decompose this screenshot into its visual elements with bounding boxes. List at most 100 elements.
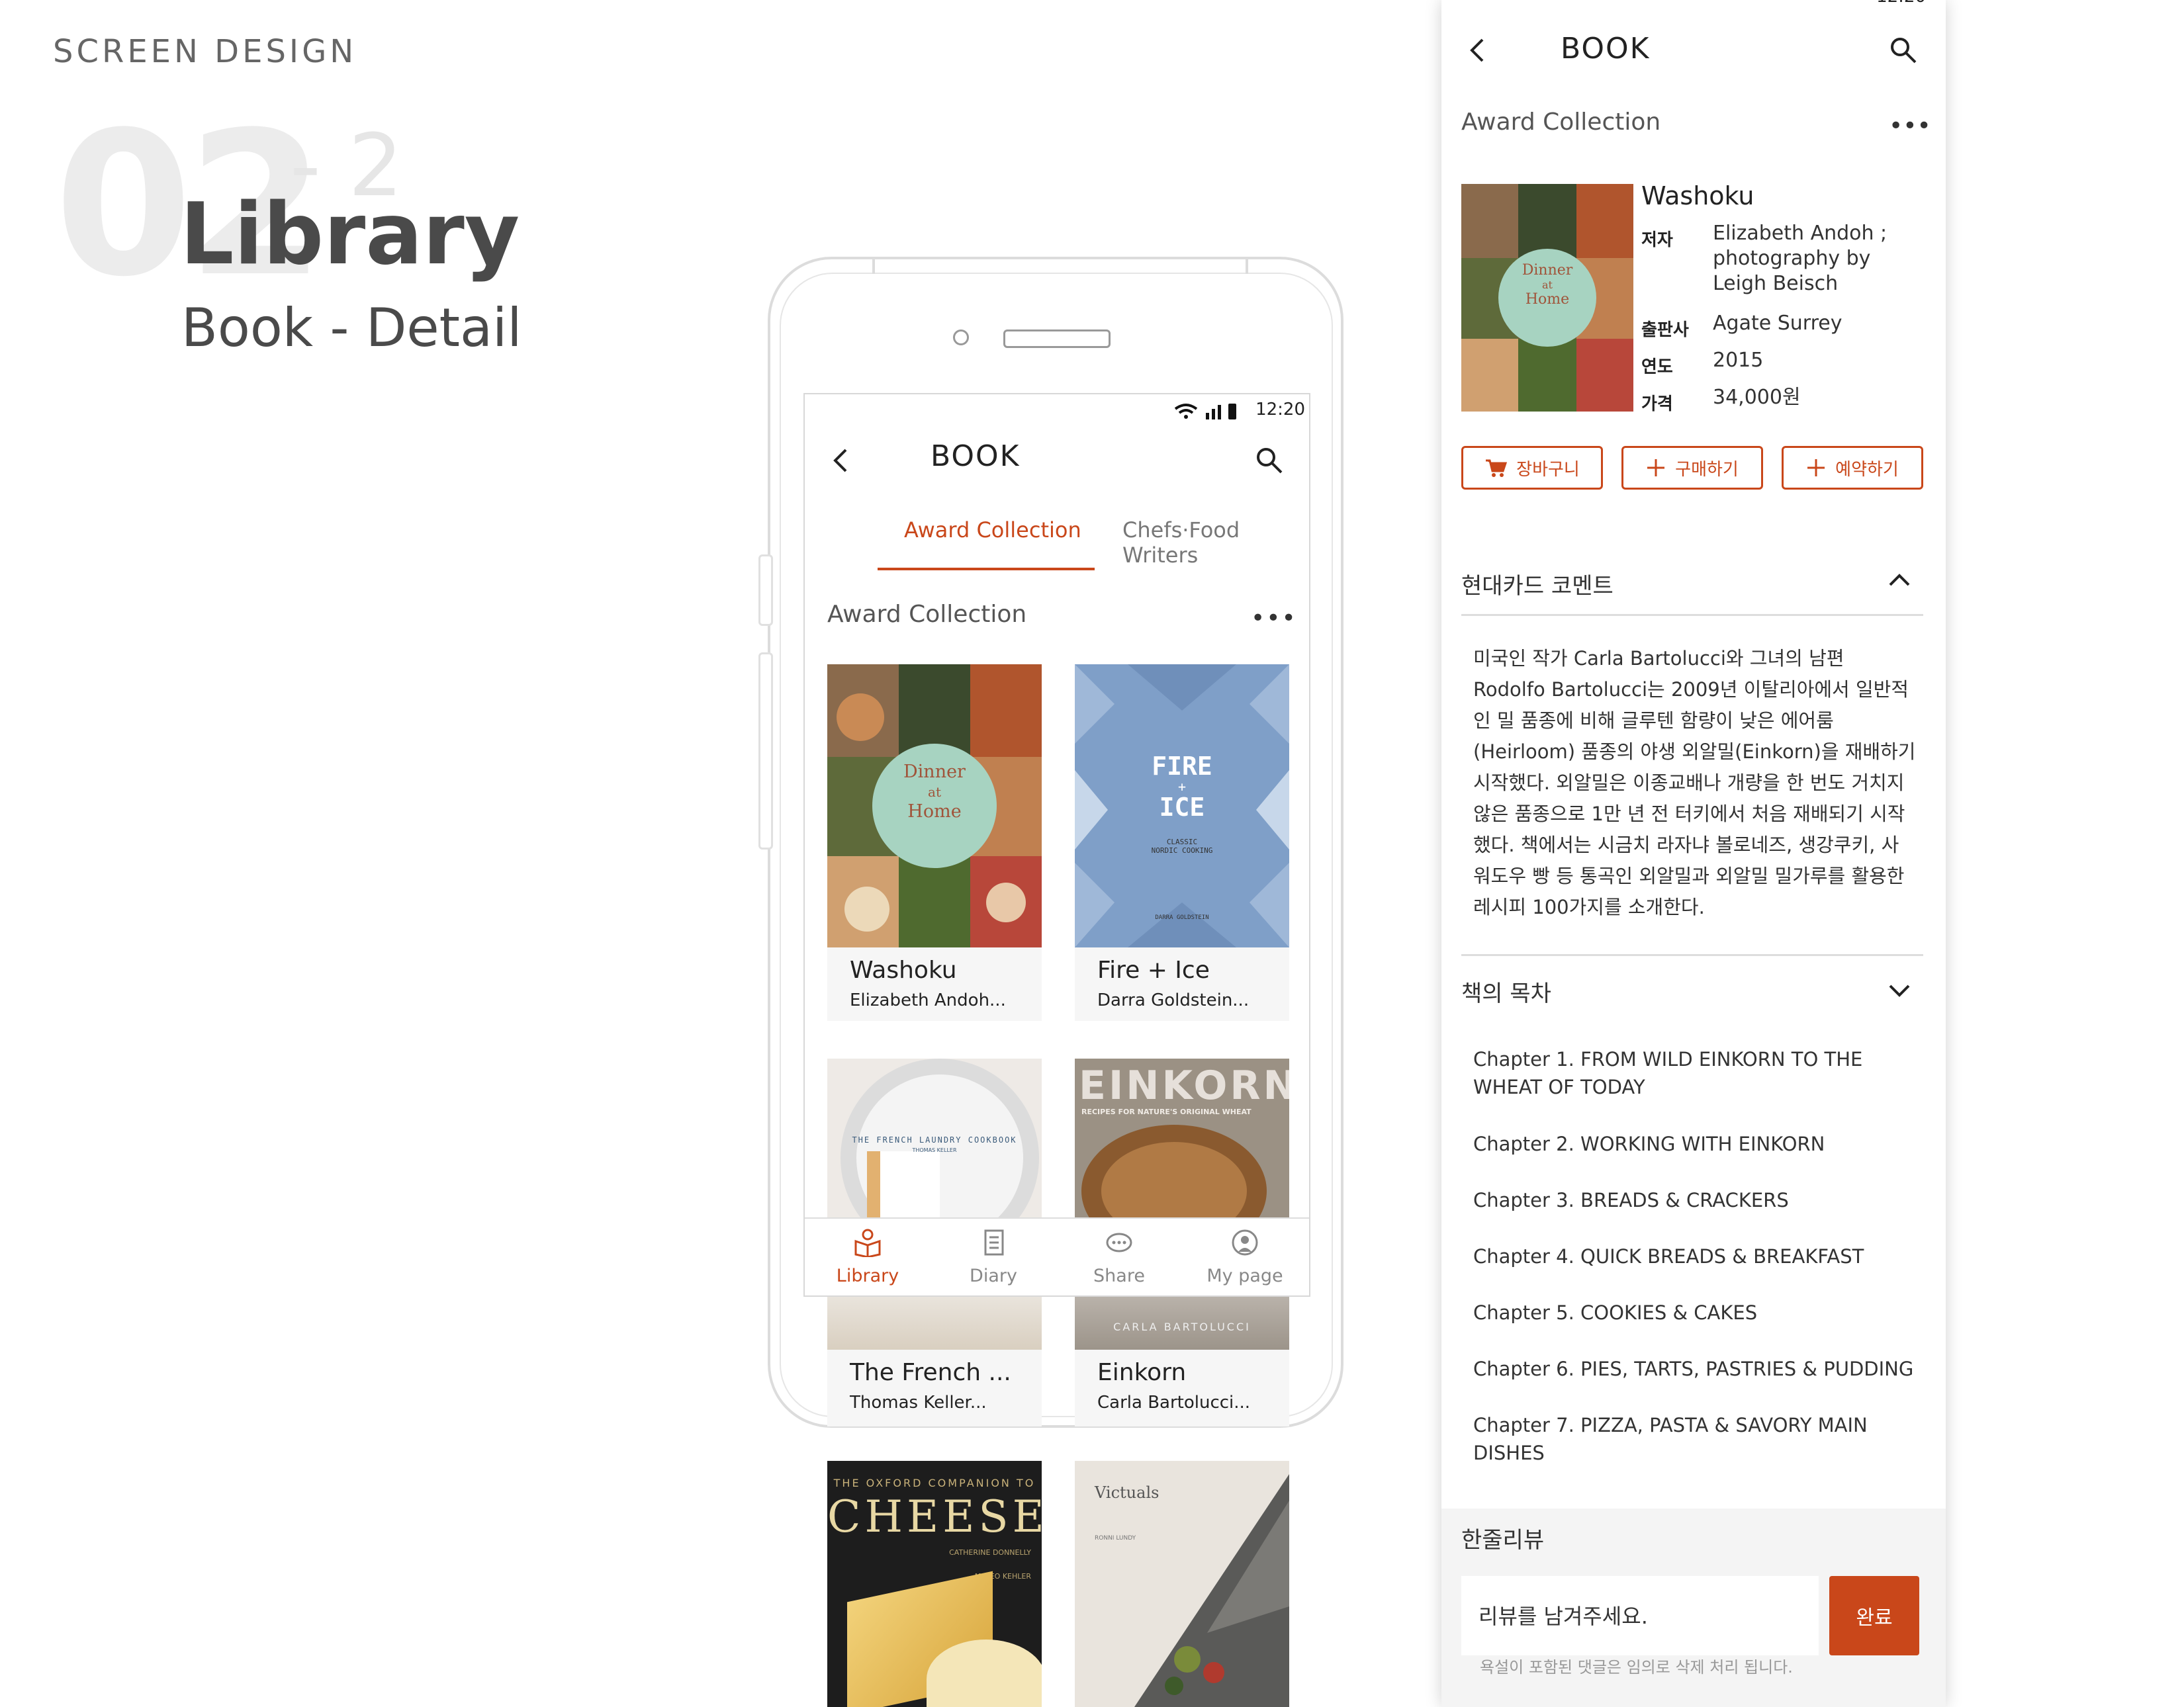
reserve-button[interactable]: 예약하기 — [1782, 446, 1923, 490]
divider — [1461, 954, 1923, 956]
review-title: 한줄리뷰 — [1461, 1527, 1545, 1554]
status-bar: 12:20 — [805, 394, 1309, 426]
search-icon[interactable] — [1255, 446, 1284, 475]
status-icons — [1813, 0, 1860, 7]
cart-icon — [1486, 459, 1508, 477]
appbar-title: BOOK — [931, 439, 1021, 473]
section-label: Award Collection — [827, 601, 1027, 628]
book-cover-french-laundry: THE FRENCH LAUNDRY COOKBOOK THOMAS KELLE… — [827, 1059, 1042, 1217]
book-cover-cheese[interactable]: THE OXFORD COMPANION TO CHEESE CATHERINE… — [827, 1461, 1042, 1707]
tab-chefs-food-writers[interactable]: Chefs·Food Writers — [1122, 517, 1309, 568]
cover-art — [1134, 1474, 1289, 1707]
toc-item: Chapter 6. PIES, TARTS, PASTRIES & PUDDI… — [1473, 1358, 1914, 1380]
comment-line: 워도우 빵 등 통곡인 외알밀과 외알밀 밀가루를 활용한 — [1473, 865, 1905, 887]
toc-item: Chapter 2. WORKING WITH EINKORN — [1473, 1133, 1825, 1155]
divider — [1461, 614, 1923, 616]
meta-key-author: 저자 — [1641, 230, 1673, 250]
library-icon — [854, 1229, 881, 1258]
detail-panel: 12:20 BOOK Award Collection ••• Dinner a… — [1441, 0, 1946, 1707]
nav-diary[interactable]: Diary — [931, 1228, 1056, 1286]
cover-line-1: FIRE — [1152, 752, 1212, 781]
nav-share[interactable]: Share — [1056, 1228, 1182, 1286]
book-card-french-laundry-tail[interactable]: The French ... Thomas Keller... — [827, 1297, 1042, 1426]
toc-item: Chapter 7. PIZZA, PASTA & SAVORY MAIN DI… — [1473, 1414, 1868, 1464]
section-label: Award Collection — [1461, 109, 1661, 136]
cover-line-1: Dinner — [903, 762, 966, 782]
toc-item: Chapter 5. COOKIES & CAKES — [1473, 1301, 1758, 1324]
diary-icon — [984, 1229, 1004, 1256]
nav-label: Library — [836, 1266, 899, 1286]
phone-top-mark-left — [872, 257, 875, 274]
book-cover-einkorn: EINKORN RECIPES FOR NATURE'S ORIGINAL WH… — [1075, 1059, 1289, 1217]
book-card-einkorn-tail[interactable]: CARLA BARTOLUCCI Einkorn Carla Bartolucc… — [1075, 1297, 1289, 1426]
cover-title: CHEESE — [827, 1491, 1042, 1542]
more-icon[interactable]: ••• — [1889, 112, 1931, 140]
cover-line-3: ICE — [1159, 793, 1205, 822]
chevron-down-icon[interactable] — [1888, 982, 1911, 999]
book-title: Washoku — [1641, 181, 1754, 210]
comment-accordion-title[interactable]: 현대카드 코멘트 — [1461, 568, 1614, 600]
phone-screen: 12:20 BOOK Award Collection Chefs·Food W… — [803, 393, 1310, 1297]
review-input[interactable]: 리뷰를 남겨주세요. — [1461, 1576, 1819, 1655]
book-cover-french-laundry-tail — [827, 1297, 1042, 1350]
plus-icon — [1807, 459, 1825, 476]
phone-top-mark-right — [1246, 257, 1248, 274]
book-title: The French ... — [850, 1359, 1011, 1386]
page-title: Library — [180, 185, 520, 284]
book-author: Elizabeth Andoh... — [850, 990, 1006, 1010]
search-icon[interactable] — [1889, 36, 1918, 65]
book-card-fire-ice[interactable]: FIRE + ICE CLASSIC NORDIC COOKING DARRA … — [1075, 664, 1289, 1021]
cover-title: EINKORN — [1079, 1063, 1289, 1109]
status-icons — [1174, 404, 1236, 419]
comment-line: (Heirloom) 품종의 야생 외알밀(Einkorn)을 재배하기 — [1473, 740, 1916, 763]
book-cover-dinner-at-home: Dinner at Home — [1461, 184, 1633, 412]
buy-button[interactable]: 구매하기 — [1621, 446, 1763, 490]
toc-accordion-title[interactable]: 책의 목차 — [1461, 975, 1551, 1008]
back-icon[interactable] — [831, 447, 851, 474]
buy-button-label: 구매하기 — [1675, 459, 1739, 480]
book-author: Carla Bartolucci... — [1097, 1393, 1251, 1413]
comment-line: 인 밀 품종에 비해 글루텐 함량이 낮은 에어룸 — [1473, 709, 1834, 732]
review-note: 욕설이 포함된 댓글은 임의로 삭제 처리 됩니다. — [1480, 1658, 1793, 1677]
review-submit-button[interactable]: 완료 — [1829, 1576, 1919, 1655]
volume-up-button — [758, 554, 773, 626]
toc-item: Chapter 1. FROM WILD EINKORN TO THE WHEA… — [1473, 1048, 1863, 1098]
nav-library[interactable]: Library — [805, 1228, 931, 1286]
cover-line-2: THOMAS KELLER — [912, 1147, 957, 1153]
nav-label: Diary — [970, 1266, 1017, 1286]
meta-key-year: 연도 — [1641, 357, 1673, 377]
more-icon[interactable]: ••• — [1251, 605, 1297, 632]
plus-icon — [1647, 459, 1665, 476]
bottom-nav: Library Diary Share My page — [805, 1217, 1309, 1295]
book-author: Darra Goldstein... — [1097, 990, 1250, 1010]
comment-line: 시작했다. 외알밀은 이종교배나 개량을 한 번도 거치지 — [1473, 771, 1905, 794]
tab-award-collection[interactable]: Award Collection — [904, 517, 1081, 543]
mypage-icon — [1232, 1229, 1258, 1256]
cover-author: DARRA GOLDSTEIN — [1155, 914, 1209, 921]
chevron-up-icon[interactable] — [1888, 572, 1911, 589]
meta-key-price: 가격 — [1641, 394, 1673, 414]
nav-label: My page — [1206, 1266, 1283, 1286]
book-cover-victuals[interactable]: Victuals RONNI LUNDY — [1075, 1461, 1289, 1707]
cart-button[interactable]: 장바구니 — [1461, 446, 1603, 490]
comment-line: 않은 품종으로 1만 년 전 터키에서 처음 재배되기 시작 — [1473, 803, 1905, 825]
appbar-title: BOOK — [1561, 32, 1651, 66]
comment-line: 미국인 작가 Carla Bartolucci와 그녀의 남편 — [1473, 647, 1844, 670]
comment-line: Rodolfo Bartolucci는 2009년 이탈리아에서 일반적 — [1473, 678, 1909, 701]
book-title: Washoku — [850, 957, 957, 984]
meta-value-publisher: Agate Surrey — [1713, 312, 1843, 335]
nav-my-page[interactable]: My page — [1182, 1228, 1308, 1286]
book-card-washoku[interactable]: Dinner at Home Washoku Elizabeth Andoh..… — [827, 664, 1042, 1021]
front-camera — [953, 329, 969, 345]
book-card-french-laundry[interactable]: THE FRENCH LAUNDRY COOKBOOK THOMAS KELLE… — [827, 1059, 1042, 1217]
back-icon[interactable] — [1468, 37, 1488, 64]
nav-label: Share — [1093, 1266, 1145, 1286]
tab-underline — [878, 568, 1095, 570]
meta-key-publisher: 출판사 — [1641, 320, 1689, 340]
cover-author: CARLA BARTOLUCCI — [1113, 1321, 1251, 1333]
cover-line-2: at — [928, 784, 941, 800]
cover-line-1: Dinner — [1522, 262, 1573, 279]
cover-line-4: CLASSIC — [1166, 838, 1198, 846]
book-card-einkorn[interactable]: EINKORN RECIPES FOR NATURE'S ORIGINAL WH… — [1075, 1059, 1289, 1217]
cover-line-2: at — [1542, 279, 1553, 291]
